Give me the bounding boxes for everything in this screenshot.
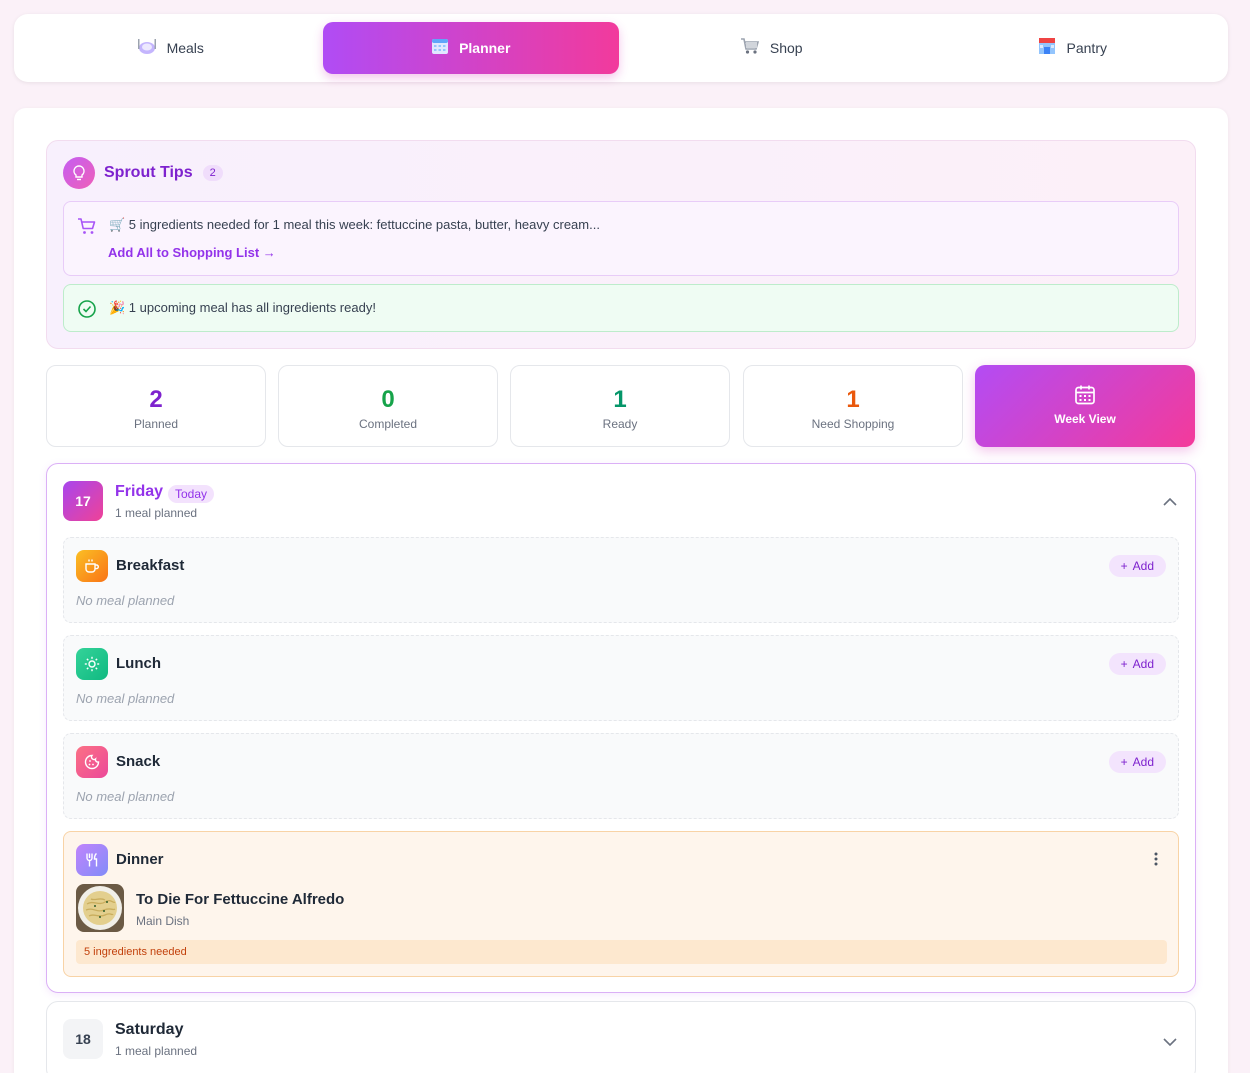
meal-slot-lunch: Lunch No meal planned + Add [63,635,1179,721]
main-nav: Meals Planner Shop Pantry [14,14,1228,82]
stat-need-shopping-value: 1 [846,386,860,413]
ready-tip: 🎉 1 upcoming meal has all ingredients re… [63,284,1179,332]
ingredients-needed-banner: 5 ingredients needed [76,940,1167,964]
day-name: Saturday [115,1021,184,1038]
sprout-tips: Sprout Tips 2 🛒 5 ingredients needed for… [46,140,1196,349]
add-snack-button[interactable]: + Add [1108,751,1166,773]
calendar-icon [1075,385,1095,405]
stat-ready-label: Ready [602,417,638,431]
meal-slot-snack: Snack No meal planned + Add [63,733,1179,819]
stat-planned-value: 2 [149,386,163,413]
check-circle-icon [77,299,97,324]
stat-completed-label: Completed [358,417,418,431]
tab-shop[interactable]: Shop [623,22,920,74]
ready-tip-text: 🎉 1 upcoming meal has all ingredients re… [109,300,376,315]
tips-title: Sprout Tips [104,164,193,181]
day-number: 18 [63,1019,103,1059]
empty-slot-text: No meal planned [76,593,175,608]
lightbulb-icon [63,157,95,189]
plus-icon: + [1120,657,1128,671]
tab-shop-label: Shop [769,40,803,56]
meal-slot-title: Lunch [116,655,161,672]
stat-need-shopping[interactable]: 1 Need Shopping [743,365,963,447]
plate-icon [137,37,157,59]
add-breakfast-button[interactable]: + Add [1108,555,1166,577]
cookie-icon [76,746,108,778]
meal-slot-title: Snack [116,753,161,770]
stat-need-shopping-label: Need Shopping [811,417,895,431]
calendar-icon [431,37,449,59]
meal-slot-title: Breakfast [116,557,185,574]
shopping-cart-icon [77,216,97,241]
day-card-saturday[interactable]: 18 Saturday 1 meal planned [46,1001,1196,1073]
more-options-icon[interactable] [1154,852,1158,871]
store-icon [1037,37,1057,59]
day-summary: 1 meal planned [115,1044,198,1058]
add-label: Add [1132,559,1154,573]
stat-planned[interactable]: 2 Planned [46,365,266,447]
tab-pantry-label: Pantry [1066,40,1107,56]
utensils-icon [76,844,108,876]
recipe-thumbnail[interactable] [76,884,124,932]
empty-slot-text: No meal planned [76,789,175,804]
coffee-icon [76,550,108,582]
plus-icon: + [1120,755,1128,769]
empty-slot-text: No meal planned [76,691,175,706]
tips-count-badge: 2 [202,165,223,181]
planner-panel: Sprout Tips 2 🛒 5 ingredients needed for… [14,108,1228,1073]
stat-completed[interactable]: 0 Completed [278,365,498,447]
week-view-button[interactable]: Week View [975,365,1195,447]
sun-icon [76,648,108,680]
tab-planner[interactable]: Planner [322,22,619,74]
week-view-label: Week View [1054,412,1116,426]
add-all-to-shopping-list-link[interactable]: Add All to Shopping List → [108,245,276,260]
add-label: Add [1132,755,1154,769]
add-label: Add [1132,657,1154,671]
recipe-name[interactable]: To Die For Fettuccine Alfredo [136,891,344,908]
meal-slot-breakfast: Breakfast No meal planned + Add [63,537,1179,623]
recipe-category: Main Dish [136,914,190,928]
meal-slot-title: Dinner [116,851,164,868]
meal-slot-dinner: Dinner To Die For Fettuccine Alfredo Mai… [63,831,1179,977]
shopping-tip-text: 🛒 5 ingredients needed for 1 meal this w… [109,217,600,232]
day-card-friday: 17 Friday Today 1 meal planned Breakfast… [46,463,1196,993]
tab-meals[interactable]: Meals [22,22,319,74]
add-lunch-button[interactable]: + Add [1108,653,1166,675]
plus-icon: + [1120,559,1128,573]
today-badge: Today [168,485,215,503]
shopping-tip: 🛒 5 ingredients needed for 1 meal this w… [63,201,1179,276]
day-number: 17 [63,481,103,521]
tab-pantry[interactable]: Pantry [924,22,1221,74]
tab-planner-label: Planner [459,40,511,56]
tab-meals-label: Meals [166,40,204,56]
tips-header: Sprout Tips 2 [63,157,223,189]
chevron-down-icon[interactable] [1163,1033,1177,1051]
cart-icon [740,37,760,59]
chevron-up-icon[interactable] [1163,493,1177,511]
stat-completed-value: 0 [381,386,395,413]
day-summary: 1 meal planned [115,506,198,520]
stat-ready[interactable]: 1 Ready [510,365,730,447]
day-name: Friday [115,483,164,500]
stat-planned-label: Planned [133,417,179,431]
stat-ready-value: 1 [613,386,627,413]
